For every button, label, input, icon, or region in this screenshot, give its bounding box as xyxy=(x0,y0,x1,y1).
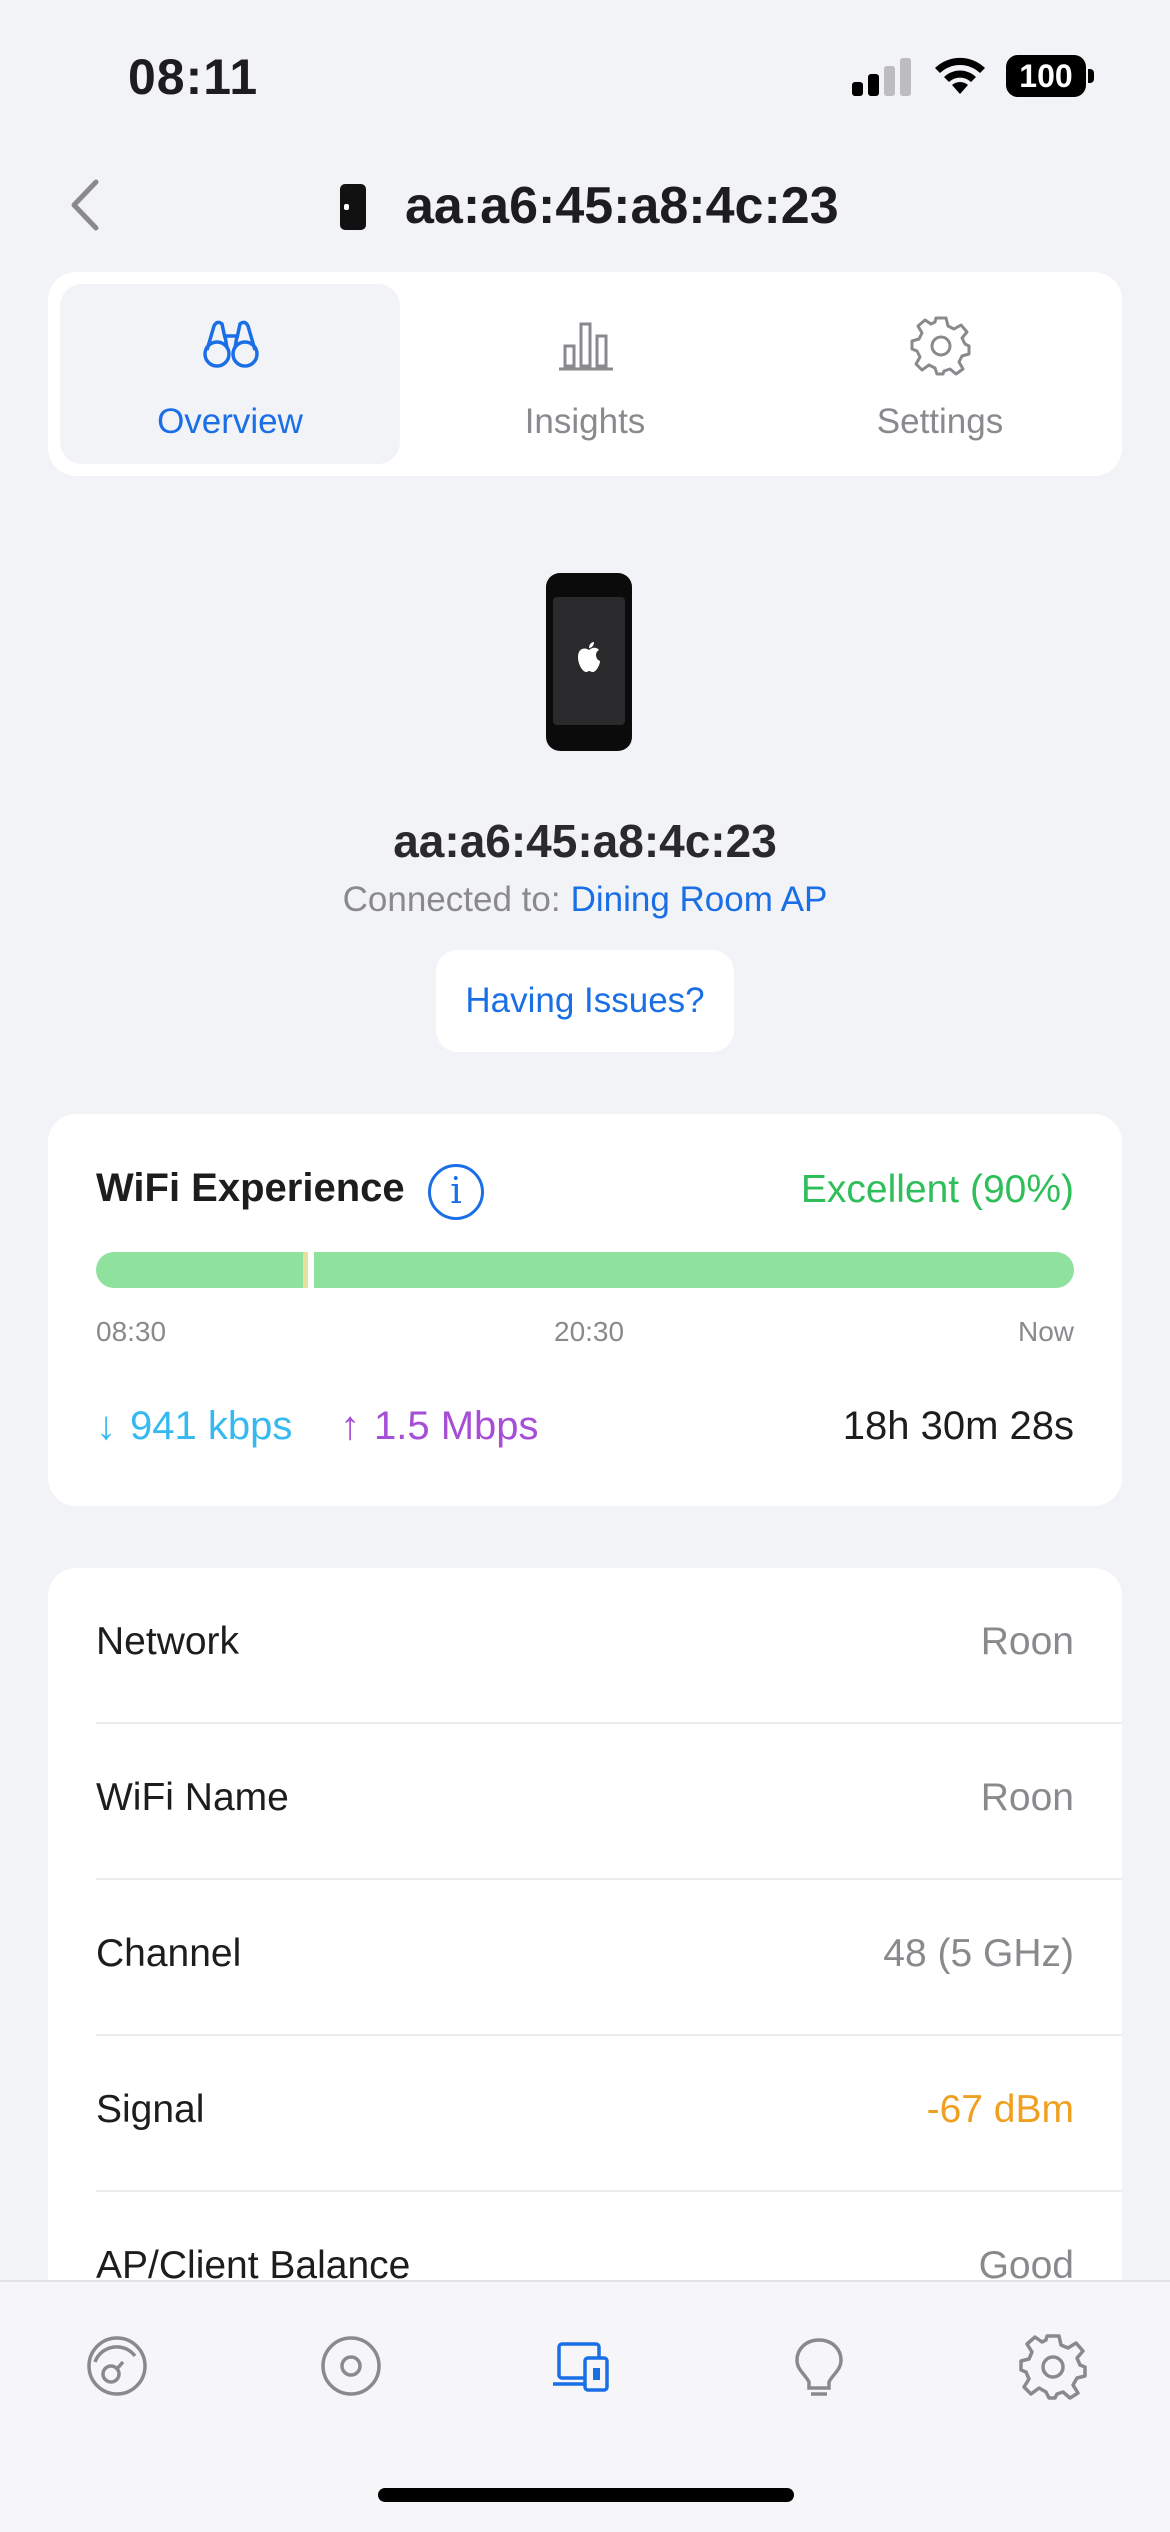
connected-label: Connected to: xyxy=(342,880,561,919)
detail-value: 48 (5 GHz) xyxy=(883,1932,1074,1975)
devices-icon xyxy=(553,2342,609,2392)
tab-overview-label: Overview xyxy=(157,402,303,441)
upload-rate: ↑ 1.5 Mbps xyxy=(340,1404,539,1449)
wifi-experience-card[interactable]: WiFi Experience i Excellent (90%) 08:30 … xyxy=(48,1114,1122,1506)
detail-label: Network xyxy=(96,1620,240,1663)
status-bar: 08:11 100 xyxy=(0,0,1170,150)
status-time: 08:11 xyxy=(128,49,259,105)
nav-settings[interactable] xyxy=(1013,2326,1093,2406)
time-label-mid: 20:30 xyxy=(554,1316,625,1347)
download-rate: ↓ 941 kbps xyxy=(96,1404,292,1449)
gear-icon xyxy=(910,316,971,376)
detail-value: Roon xyxy=(980,1620,1074,1663)
wifi-experience-bar xyxy=(96,1252,1074,1288)
tab-overview[interactable]: Overview xyxy=(60,284,400,464)
detail-row-wifi-name[interactable]: WiFi Name Roon xyxy=(48,1724,1122,1880)
nav-insights[interactable] xyxy=(779,2326,859,2406)
insights-bulb-icon xyxy=(795,2338,843,2396)
upload-arrow-icon: ↑ xyxy=(340,1404,360,1448)
connected-line: Connected to: Dining Room AP xyxy=(0,880,1170,920)
tab-settings-label: Settings xyxy=(876,402,1004,441)
binoculars-icon xyxy=(203,320,259,368)
detail-row-network[interactable]: Network Roon xyxy=(48,1568,1122,1724)
detail-row-signal[interactable]: Signal -67 dBm xyxy=(48,2036,1122,2192)
nav-topology[interactable] xyxy=(311,2326,391,2406)
detail-value-signal: -67 dBm xyxy=(926,2088,1074,2131)
download-rate-value: 941 kbps xyxy=(130,1404,293,1448)
detail-value: Roon xyxy=(980,1776,1074,1819)
battery-level: 100 xyxy=(1006,55,1086,97)
detail-label: WiFi Name xyxy=(96,1776,289,1819)
bar-chart-icon xyxy=(559,322,613,371)
battery-icon: 100 xyxy=(1006,55,1094,97)
settings-icon xyxy=(1019,2334,1087,2400)
phone-icon xyxy=(340,184,366,230)
dashboard-icon xyxy=(87,2336,147,2396)
wifi-score: Excellent (90%) xyxy=(800,1168,1074,1211)
tab-settings[interactable]: Settings xyxy=(770,284,1110,464)
detail-label: Channel xyxy=(96,1932,242,1975)
info-icon[interactable]: i xyxy=(428,1164,484,1220)
wifi-experience-title: WiFi Experience xyxy=(96,1166,405,1210)
tab-insights-label: Insights xyxy=(524,402,646,441)
back-button[interactable] xyxy=(60,170,110,240)
detail-label: Signal xyxy=(96,2088,205,2131)
apple-logo-icon xyxy=(578,642,600,672)
nav-devices[interactable] xyxy=(545,2326,625,2406)
tab-insights[interactable]: Insights xyxy=(415,284,755,464)
topology-icon xyxy=(321,2336,381,2396)
home-indicator[interactable] xyxy=(378,2488,794,2502)
time-label-end: Now xyxy=(1017,1316,1074,1347)
wifi-icon xyxy=(935,57,985,94)
having-issues-button[interactable]: Having Issues? xyxy=(436,950,734,1052)
nav-dashboard[interactable] xyxy=(77,2326,157,2406)
page-title: aa:a6:45:a8:4c:23 xyxy=(405,177,839,235)
download-arrow-icon: ↓ xyxy=(96,1404,116,1448)
tab-bar: Overview Insights Settings xyxy=(48,272,1122,476)
cellular-signal-icon xyxy=(852,58,911,96)
detail-row-channel[interactable]: Channel 48 (5 GHz) xyxy=(48,1880,1122,2036)
time-label-start: 08:30 xyxy=(96,1316,167,1347)
device-name: aa:a6:45:a8:4c:23 xyxy=(393,815,777,867)
device-image xyxy=(546,573,632,751)
upload-rate-value: 1.5 Mbps xyxy=(374,1404,539,1448)
details-card: Network Roon WiFi Name Roon Channel 48 (… xyxy=(48,1568,1122,2368)
wifi-bar-marker xyxy=(308,1252,314,1288)
uptime: 18h 30m 28s xyxy=(842,1404,1074,1448)
connected-ap-link[interactable]: Dining Room AP xyxy=(571,880,828,919)
